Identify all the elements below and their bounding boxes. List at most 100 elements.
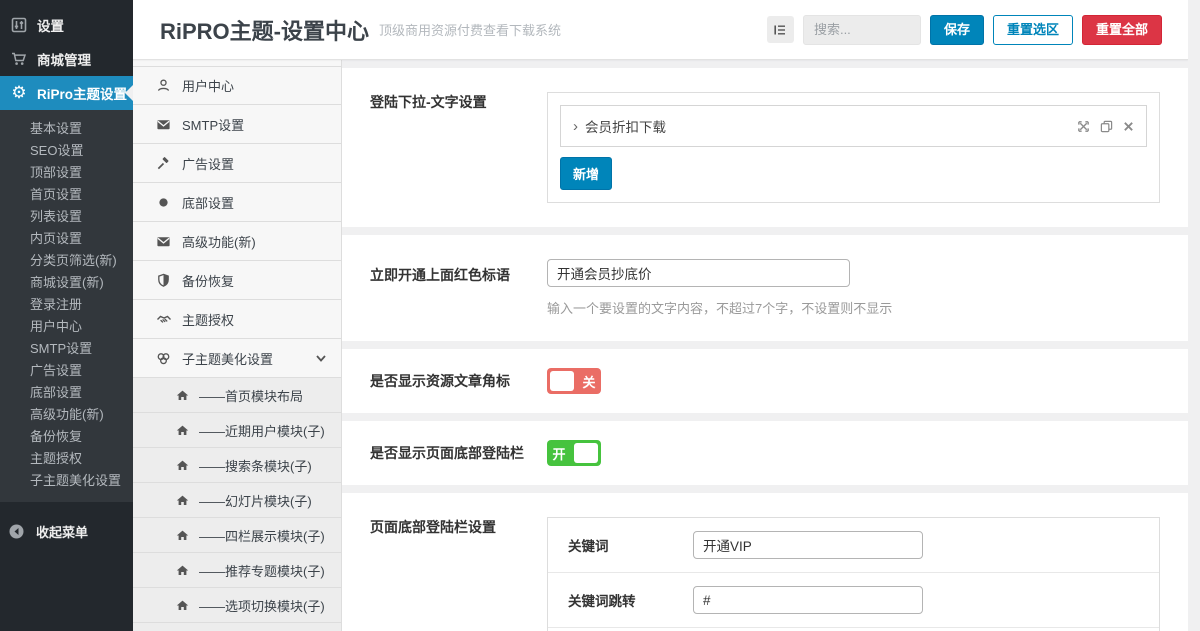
nav-subitem-label: ——首页模块布局 [199, 386, 303, 405]
nav-subitem-partial[interactable] [133, 623, 341, 631]
close-icon[interactable] [1123, 121, 1134, 132]
home-icon [175, 494, 190, 507]
move-icon[interactable] [1077, 120, 1090, 133]
submenu-item[interactable]: 分类页筛选(新) [0, 250, 133, 272]
submenu-item[interactable]: 列表设置 [0, 206, 133, 228]
setting-label: 页面底部登陆栏设置 [370, 517, 547, 631]
nav-subitem-four-columns[interactable]: ——四栏展示模块(子) [133, 518, 341, 553]
toggle-panels-button[interactable] [767, 16, 794, 43]
setting-label: 是否显示页面底部登陆栏 [370, 443, 547, 463]
field-label: 关键词跳转 [568, 590, 693, 610]
keyword-link-input[interactable] [693, 586, 923, 614]
settings-nav-sidebar: 用户中心 SMTP设置 广告设置 底部设置 高级功能(新) 备份恢复 主题授 [133, 60, 342, 631]
nav-subitem-recent-users[interactable]: ——近期用户模块(子) [133, 413, 341, 448]
wp-admin-sidebar: 设置 商城管理 ⚙ RiPro主题设置 基本设置 SEO设置 顶部设置 首页设置… [0, 0, 133, 631]
reset-selection-button[interactable]: 重置选区 [993, 15, 1073, 45]
sidebar-item-settings[interactable]: 设置 [0, 8, 133, 42]
home-icon [175, 529, 190, 542]
sidebar-item-label: 商城管理 [37, 49, 91, 69]
submenu-item[interactable]: SMTP设置 [0, 338, 133, 360]
nav-item-license[interactable]: 主题授权 [133, 300, 341, 339]
settings-content: 登陆下拉-文字设置 › 会员折扣下载 [342, 60, 1188, 631]
search-input[interactable] [803, 15, 921, 45]
toggle-knob [574, 443, 598, 463]
submenu-item[interactable]: 内页设置 [0, 228, 133, 250]
nav-item-child-theme[interactable]: 子主题美化设置 [133, 339, 341, 378]
copy-icon[interactable] [1100, 120, 1113, 133]
nav-subitem-search-bar[interactable]: ——搜索条模块(子) [133, 448, 341, 483]
nav-subitem-label: ——四栏展示模块(子) [199, 526, 325, 545]
nav-item-label: 广告设置 [182, 154, 234, 173]
setting-show-footer-login: 是否显示页面底部登陆栏 开 [342, 421, 1188, 485]
sidebar-item-shop[interactable]: 商城管理 [0, 42, 133, 76]
nav-item-footer[interactable]: 底部设置 [133, 183, 341, 222]
nav-item-ads[interactable]: 广告设置 [133, 144, 341, 183]
footer-login-group: 关键词 关键词跳转 标题 [547, 517, 1160, 631]
submenu-item[interactable]: 用户中心 [0, 316, 133, 338]
add-button[interactable]: 新增 [560, 157, 612, 190]
nav-item-label: 用户中心 [182, 76, 234, 95]
links-icon [155, 351, 172, 366]
page-subtitle: 顶级商用资源付费查看下载系统 [379, 20, 561, 39]
collapse-menu-button[interactable]: 收起菜单 [0, 514, 133, 548]
toggle-knob [550, 371, 574, 391]
circle-icon [155, 195, 172, 210]
reset-all-button[interactable]: 重置全部 [1082, 15, 1162, 45]
page-background-strip [1188, 0, 1200, 631]
nav-subitem-option-switch[interactable]: ——选项切换模块(子) [133, 588, 341, 623]
submenu-item[interactable]: 广告设置 [0, 360, 133, 382]
field-label: 关键词 [568, 535, 693, 555]
submenu-item[interactable]: 商城设置(新) [0, 272, 133, 294]
nav-subitem-featured-topics[interactable]: ——推荐专题模块(子) [133, 553, 341, 588]
home-icon [175, 389, 190, 402]
nav-subitem-label: ——近期用户模块(子) [199, 421, 325, 440]
sidebar-item-ripro-settings[interactable]: ⚙ RiPro主题设置 [0, 76, 133, 110]
setting-label: 是否显示资源文章角标 [370, 371, 547, 391]
home-icon [175, 459, 190, 472]
badge-toggle[interactable]: 关 [547, 368, 601, 394]
setting-label: 立即开通上面红色标语 [370, 259, 547, 317]
envelope-icon [155, 117, 172, 132]
toggle-panels-icon [773, 23, 787, 37]
submenu-item[interactable]: 基本设置 [0, 118, 133, 140]
gear-icon: ⚙ [10, 85, 28, 101]
footer-login-toggle[interactable]: 开 [547, 440, 601, 466]
nav-subitem-label: ——搜索条模块(子) [199, 456, 312, 475]
cart-icon [10, 51, 28, 67]
nav-item-user-center[interactable]: 用户中心 [133, 66, 341, 105]
collapse-circle-icon [8, 523, 28, 540]
setting-red-slogan: 立即开通上面红色标语 输入一个要设置的文字内容，不超过7个字，不设置则不显示 [342, 235, 1188, 341]
handshake-icon [155, 311, 172, 327]
nav-subitem-label: ——选项切换模块(子) [199, 596, 325, 615]
home-icon [175, 424, 190, 437]
sidebar-item-label: 设置 [37, 15, 64, 35]
submenu-item[interactable]: 首页设置 [0, 184, 133, 206]
nav-subitem-label: ——幻灯片模块(子) [199, 491, 312, 510]
submenu-item[interactable]: 主题授权 [0, 448, 133, 470]
nav-item-smtp[interactable]: SMTP设置 [133, 105, 341, 144]
nav-item-backup[interactable]: 备份恢复 [133, 261, 341, 300]
repeater-item[interactable]: › 会员折扣下载 [560, 105, 1147, 147]
gavel-icon [155, 156, 172, 171]
save-button[interactable]: 保存 [930, 15, 984, 45]
nav-item-advanced[interactable]: 高级功能(新) [133, 222, 341, 261]
page-title: RiPRO主题-设置中心 [160, 14, 369, 46]
submenu-item[interactable]: 登录注册 [0, 294, 133, 316]
submenu-item[interactable]: 子主题美化设置 [0, 470, 133, 492]
red-slogan-input[interactable] [547, 259, 850, 287]
submenu-item[interactable]: 顶部设置 [0, 162, 133, 184]
active-arrow [125, 85, 133, 101]
nav-item-label: 底部设置 [182, 193, 234, 212]
nav-subitem-home-layout[interactable]: ——首页模块布局 [133, 378, 341, 413]
help-text: 输入一个要设置的文字内容，不超过7个字，不设置则不显示 [547, 298, 1160, 317]
toggle-state-label: 开 [547, 444, 571, 463]
submenu-item[interactable]: SEO设置 [0, 140, 133, 162]
page-header: RiPRO主题-设置中心 顶级商用资源付费查看下载系统 保存 重置选区 重置全部 [133, 0, 1188, 60]
nav-item-label: SMTP设置 [182, 115, 244, 134]
submenu-item[interactable]: 底部设置 [0, 382, 133, 404]
nav-subitem-slider[interactable]: ——幻灯片模块(子) [133, 483, 341, 518]
group-row-keyword: 关键词 [548, 518, 1159, 573]
keyword-input[interactable] [693, 531, 923, 559]
submenu-item[interactable]: 备份恢复 [0, 426, 133, 448]
submenu-item[interactable]: 高级功能(新) [0, 404, 133, 426]
